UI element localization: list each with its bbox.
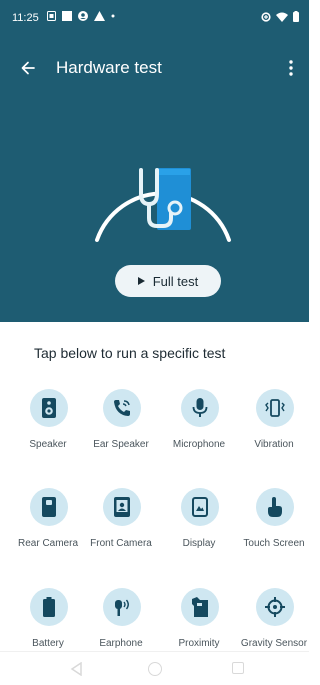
test-tile-microphone[interactable]: Microphone — [162, 389, 236, 479]
dot-icon — [111, 14, 115, 18]
play-icon — [137, 277, 145, 285]
test-tile-rear-camera[interactable]: Rear Camera — [11, 488, 85, 578]
nav-recents-icon[interactable] — [232, 662, 244, 674]
warning-icon — [94, 11, 105, 21]
page-title: Hardware test — [56, 58, 162, 77]
nav-back-icon[interactable] — [70, 662, 82, 676]
test-tile-ear-speaker[interactable]: Ear Speaker — [84, 389, 158, 479]
earphone-icon — [115, 599, 129, 616]
status-icons-left — [47, 11, 115, 21]
test-label: Vibration — [254, 439, 294, 450]
test-tile-front-camera[interactable]: Front Camera — [84, 488, 158, 578]
app-bar: Hardware test — [0, 50, 309, 86]
test-label: Touch Screen — [243, 538, 305, 549]
test-label: Ear Speaker — [93, 439, 149, 450]
vibration-icon — [265, 399, 285, 417]
navigation-bar — [0, 651, 309, 685]
test-tile-speaker[interactable]: Speaker — [11, 389, 85, 479]
status-time: 11:25 — [12, 12, 39, 24]
speaker-icon — [42, 398, 56, 418]
test-tile-touch-screen[interactable]: Touch Screen — [237, 488, 311, 578]
wifi-icon — [276, 12, 288, 22]
front-camera-icon — [114, 497, 130, 517]
battery-icon — [293, 11, 299, 22]
test-tile-display[interactable]: Display — [162, 488, 236, 578]
sim-card-icon — [47, 11, 56, 21]
back-button[interactable] — [16, 56, 40, 80]
test-label: Gravity Sensor — [240, 638, 308, 649]
status-icons-right — [261, 11, 299, 22]
status-bar: 11:25 — [0, 0, 309, 38]
phone-in-talk-icon — [114, 400, 130, 416]
test-tile-vibration[interactable]: Vibration — [237, 389, 311, 479]
rear-camera-icon — [42, 497, 56, 517]
more-options-button[interactable] — [279, 56, 303, 80]
data-saver-icon — [261, 11, 271, 22]
microphone-icon — [192, 398, 208, 417]
header: 11:25 Hardware test Full test — [0, 0, 309, 322]
section-title: Tap below to run a specific test — [34, 345, 226, 361]
stethoscope-phone-icon — [95, 168, 231, 242]
test-label: Front Camera — [90, 538, 152, 549]
nav-home-icon[interactable] — [148, 662, 162, 676]
full-test-label: Full test — [152, 273, 199, 289]
more-vert-icon — [289, 60, 293, 76]
account-icon — [78, 11, 88, 21]
battery-icon — [43, 597, 55, 617]
full-test-button[interactable]: Full test — [115, 265, 221, 297]
display-icon — [192, 497, 208, 517]
proximity-icon — [192, 597, 208, 617]
arrow-back-icon — [21, 61, 35, 75]
touch-icon — [268, 497, 282, 517]
square-icon — [62, 11, 72, 21]
gravity-sensor-icon — [265, 597, 285, 617]
test-label: Earphone — [99, 638, 143, 649]
